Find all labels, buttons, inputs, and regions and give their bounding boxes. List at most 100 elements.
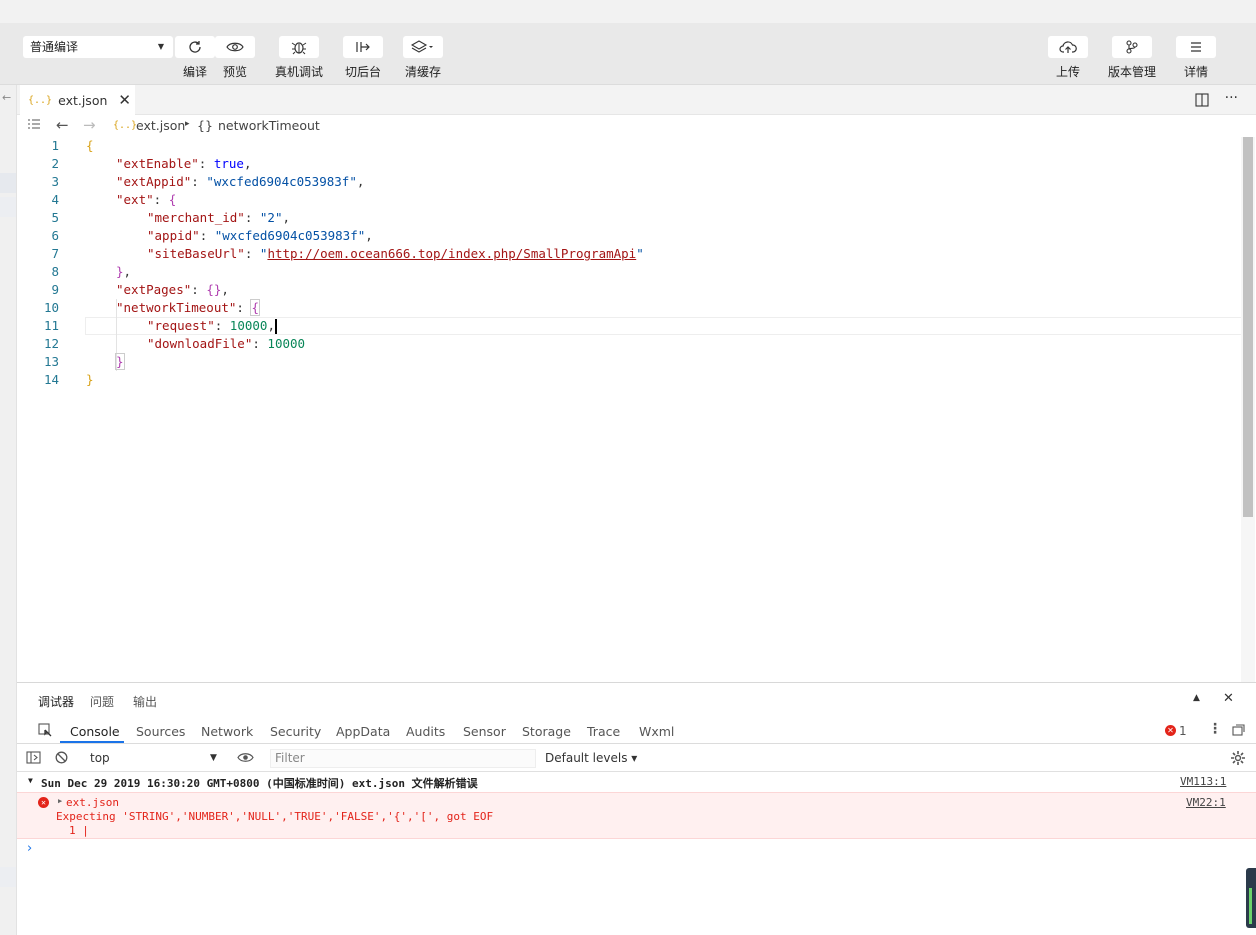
line-number: 6 bbox=[51, 228, 59, 243]
source-link[interactable]: VM22:1 bbox=[1186, 796, 1226, 809]
upload-button[interactable] bbox=[1048, 36, 1088, 58]
breadcrumb-file[interactable]: ext.json bbox=[136, 118, 185, 133]
code-line: "downloadFile": 10000 bbox=[147, 336, 306, 351]
tab-problems[interactable]: 问题 bbox=[90, 693, 114, 710]
url-link[interactable]: http://oem.ocean666.top/index.php/SmallP… bbox=[267, 246, 636, 261]
tab-sensor[interactable]: Sensor bbox=[463, 724, 506, 739]
console-group-header[interactable]: ▼ Sun Dec 29 2019 16:30:20 GMT+0800 (中国标… bbox=[17, 772, 1256, 792]
code-line: "appid": "wxcfed6904c053983f", bbox=[147, 228, 373, 243]
source-link[interactable]: VM113:1 bbox=[1180, 775, 1226, 788]
line-number: 9 bbox=[51, 282, 59, 297]
window-title-strip bbox=[0, 0, 1256, 23]
settings-gear-icon[interactable] bbox=[1230, 750, 1246, 769]
line-number: 13 bbox=[43, 354, 59, 369]
console-prompt[interactable]: › bbox=[27, 841, 32, 856]
background-button[interactable] bbox=[343, 36, 383, 58]
performance-meter[interactable] bbox=[1246, 868, 1256, 928]
breadcrumb-node[interactable]: networkTimeout bbox=[218, 118, 320, 133]
version-button[interactable] bbox=[1112, 36, 1152, 58]
log-levels-dropdown[interactable]: Default levels ▾ bbox=[545, 751, 637, 765]
code-line: "networkTimeout": { bbox=[116, 299, 260, 316]
clear-cache-button[interactable] bbox=[403, 36, 443, 58]
main-toolbar: 普通编译 ▼ 编译 预览 真机调试 切后台 清缓存 上传 版本管理 详情 bbox=[0, 23, 1256, 85]
compile-button[interactable] bbox=[175, 36, 215, 58]
layers-icon bbox=[411, 40, 433, 53]
text-cursor bbox=[274, 319, 277, 334]
kebab-menu-icon[interactable]: ⋮ bbox=[1208, 721, 1222, 737]
expand-arrow-icon[interactable]: ▶ bbox=[58, 797, 62, 805]
console-filter-input[interactable]: Filter bbox=[270, 749, 536, 768]
close-panel-icon[interactable]: ✕ bbox=[1223, 691, 1234, 706]
line-number: 10 bbox=[43, 300, 59, 315]
console-error-message: ✕ ▶ ext.json VM22:1 Expecting 'STRING','… bbox=[17, 792, 1256, 839]
tab-security[interactable]: Security bbox=[270, 724, 321, 739]
version-label: 版本管理 bbox=[1107, 65, 1156, 79]
line-number: 12 bbox=[43, 336, 59, 351]
tab-network[interactable]: Network bbox=[201, 724, 253, 739]
details-label: 详情 bbox=[1183, 65, 1208, 79]
tab-appdata[interactable]: AppData bbox=[336, 724, 390, 739]
live-expression-eye-icon[interactable] bbox=[237, 751, 254, 767]
outline-icon[interactable] bbox=[27, 117, 41, 134]
file-tree-collapsed: ← bbox=[0, 85, 17, 935]
tab-audits[interactable]: Audits bbox=[406, 724, 445, 739]
clear-console-icon[interactable] bbox=[55, 751, 68, 767]
tab-console[interactable]: Console bbox=[70, 724, 120, 739]
code-line: } bbox=[115, 353, 125, 370]
code-line: "ext": { bbox=[116, 192, 177, 207]
tab-debugger[interactable]: 调试器 bbox=[38, 693, 74, 710]
tree-row-highlight bbox=[0, 867, 16, 887]
editor-scrollbar[interactable] bbox=[1241, 137, 1255, 682]
collapse-up-icon[interactable]: ▲ bbox=[1193, 693, 1200, 703]
undock-icon[interactable] bbox=[1232, 724, 1245, 739]
error-file[interactable]: ext.json bbox=[66, 796, 119, 809]
line-number: 14 bbox=[43, 372, 59, 387]
split-editor-icon[interactable] bbox=[1195, 93, 1209, 110]
close-icon[interactable]: ✕ bbox=[118, 91, 131, 109]
background-label: 切后台 bbox=[344, 65, 381, 79]
breadcrumb-separator: ▸ bbox=[185, 119, 190, 129]
back-arrow-icon[interactable]: ← bbox=[56, 116, 69, 134]
error-line: 1 | bbox=[69, 824, 89, 837]
bug-icon bbox=[291, 42, 307, 55]
line-number: 4 bbox=[51, 192, 59, 207]
details-button[interactable] bbox=[1176, 36, 1216, 58]
forward-arrow-icon[interactable]: → bbox=[83, 116, 96, 134]
context-selector[interactable]: top bbox=[90, 751, 110, 765]
tab-output[interactable]: 输出 bbox=[133, 693, 157, 710]
more-actions-icon[interactable]: ··· bbox=[1225, 90, 1238, 106]
error-icon: ✕ bbox=[38, 797, 49, 808]
code-line: "extEnable": true, bbox=[116, 156, 252, 171]
menu-icon bbox=[1191, 42, 1201, 52]
real-debug-label: 真机调试 bbox=[274, 65, 323, 79]
tab-trace[interactable]: Trace bbox=[587, 724, 620, 739]
code-line: "extAppid": "wxcfed6904c053983f", bbox=[116, 174, 365, 189]
real-debug-button[interactable] bbox=[279, 36, 319, 58]
preview-button[interactable] bbox=[215, 36, 255, 58]
switch-background-icon bbox=[356, 42, 370, 52]
error-count[interactable]: 1 bbox=[1179, 724, 1187, 738]
error-icon[interactable]: ✕ bbox=[1165, 725, 1176, 736]
cloud-upload-icon bbox=[1059, 41, 1077, 53]
sidebar-toggle-icon[interactable] bbox=[26, 751, 41, 767]
tab-ext-json[interactable]: {..} ext.json ✕ bbox=[20, 85, 135, 115]
code-line: { bbox=[86, 138, 94, 153]
tab-storage[interactable]: Storage bbox=[522, 724, 571, 739]
code-line: "extPages": {}, bbox=[116, 282, 229, 297]
compile-label: 编译 bbox=[182, 65, 207, 79]
inspect-element-icon[interactable] bbox=[38, 723, 52, 740]
code-line: "siteBaseUrl": "http://oem.ocean666.top/… bbox=[147, 246, 644, 261]
devtools-tab-bar: Console Sources Network Security AppData… bbox=[17, 717, 1256, 744]
compile-mode-select[interactable]: 普通编译 ▼ bbox=[23, 36, 173, 58]
object-icon: {} bbox=[197, 118, 213, 133]
tab-sources[interactable]: Sources bbox=[136, 724, 185, 739]
expand-triangle-icon[interactable]: ▼ bbox=[28, 776, 33, 785]
code-editor[interactable]: 1 2 3 4 5 6 7 8 9 10 11 12 13 14 { "extE… bbox=[17, 137, 1256, 682]
code-line: } bbox=[86, 372, 94, 387]
upload-label: 上传 bbox=[1055, 65, 1080, 79]
tab-wxml[interactable]: Wxml bbox=[639, 724, 674, 739]
context-dropdown-icon[interactable]: ▼ bbox=[210, 753, 217, 763]
scrollbar-thumb[interactable] bbox=[1243, 137, 1253, 517]
refresh-icon bbox=[189, 41, 201, 53]
collapse-arrow-icon[interactable]: ← bbox=[2, 91, 11, 104]
